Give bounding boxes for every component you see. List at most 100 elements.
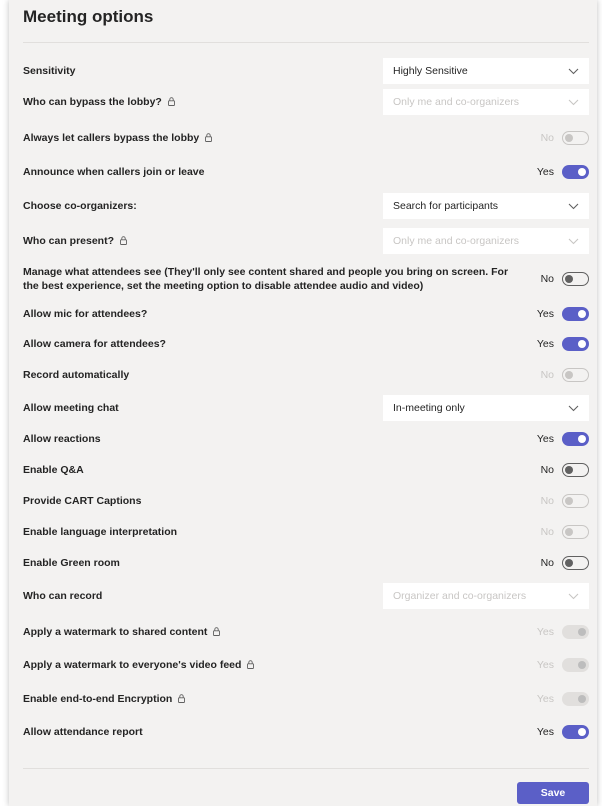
lock-icon bbox=[213, 627, 221, 636]
watermark-video-state: Yes bbox=[536, 659, 554, 671]
row-who-can-present: Who can present? Only me and co-organize… bbox=[23, 228, 589, 254]
lock-icon bbox=[120, 236, 127, 245]
green-room-toggle[interactable] bbox=[562, 556, 589, 570]
mic-attendees-toggle[interactable] bbox=[562, 307, 589, 321]
watermark-video-control: Yes bbox=[537, 658, 589, 672]
callers-bypass-toggle[interactable] bbox=[562, 131, 589, 145]
record-auto-toggle[interactable] bbox=[562, 368, 589, 382]
qa-label: Enable Q&A bbox=[23, 464, 84, 476]
meeting-chat-value: In-meeting only bbox=[393, 402, 465, 414]
manage-attendees-toggle[interactable] bbox=[562, 272, 589, 286]
callers-bypass-control: No bbox=[541, 131, 589, 145]
camera-attendees-control: Yes bbox=[537, 337, 589, 351]
row-watermark-video: Apply a watermark to everyone's video fe… bbox=[23, 658, 589, 672]
camera-attendees-toggle[interactable] bbox=[562, 337, 589, 351]
row-cart-captions: Provide CART Captions No bbox=[23, 494, 589, 508]
row-language-interp: Enable language interpretation No bbox=[23, 525, 589, 539]
language-interp-label: Enable language interpretation bbox=[23, 526, 178, 538]
row-attendance-report: Allow attendance report Yes bbox=[23, 725, 589, 739]
chevron-down-icon bbox=[568, 238, 579, 245]
who-can-record-label: Who can record bbox=[23, 590, 103, 602]
watermark-content-state: Yes bbox=[536, 626, 554, 638]
qa-state: No bbox=[540, 464, 554, 476]
e2e-encryption-control: Yes bbox=[537, 692, 589, 706]
reactions-control: Yes bbox=[537, 432, 589, 446]
language-interp-toggle[interactable] bbox=[562, 525, 589, 539]
lock-icon bbox=[167, 97, 175, 106]
row-who-can-record: Who can record Organizer and co-organize… bbox=[23, 583, 589, 609]
announce-callers-label: Announce when callers join or leave bbox=[23, 166, 205, 178]
green-room-state: No bbox=[540, 557, 554, 569]
page-title: Meeting options bbox=[23, 7, 154, 26]
manage-attendees-control: No bbox=[541, 272, 589, 286]
co-organizers-label: Choose co-organizers: bbox=[23, 200, 137, 212]
cart-captions-toggle[interactable] bbox=[562, 494, 589, 508]
who-can-record-value: Organizer and co-organizers bbox=[393, 590, 527, 602]
bypass-lobby-label: Who can bypass the lobby? bbox=[23, 95, 383, 109]
meeting-chat-label: Allow meeting chat bbox=[23, 402, 119, 414]
camera-attendees-label: Allow camera for attendees? bbox=[23, 338, 166, 350]
reactions-state: Yes bbox=[536, 433, 554, 445]
footer-divider bbox=[23, 768, 589, 769]
row-watermark-content: Apply a watermark to shared content Yes bbox=[23, 625, 589, 639]
watermark-content-control: Yes bbox=[537, 625, 589, 639]
attendance-report-label: Allow attendance report bbox=[23, 726, 143, 738]
e2e-encryption-state: Yes bbox=[536, 693, 554, 705]
row-bypass-lobby: Who can bypass the lobby? Only me and co… bbox=[23, 89, 589, 115]
sensitivity-label: Sensitivity bbox=[23, 65, 76, 77]
who-can-present-value: Only me and co-organizers bbox=[393, 235, 520, 247]
meeting-chat-dropdown[interactable]: In-meeting only bbox=[383, 395, 589, 421]
green-room-control: No bbox=[541, 556, 589, 570]
cart-captions-label: Provide CART Captions bbox=[23, 495, 142, 507]
announce-callers-control: Yes bbox=[537, 165, 589, 179]
watermark-video-toggle[interactable] bbox=[562, 658, 589, 672]
attendance-report-control: Yes bbox=[537, 725, 589, 739]
co-organizers-search[interactable]: Search for participants bbox=[383, 193, 589, 219]
meeting-options-panel: Meeting options Sensitivity Highly Sensi… bbox=[9, 0, 597, 806]
co-organizers-placeholder: Search for participants bbox=[393, 200, 499, 212]
who-can-present-label: Who can present? bbox=[23, 234, 383, 248]
mic-attendees-control: Yes bbox=[537, 307, 589, 321]
save-button[interactable]: Save bbox=[517, 782, 589, 804]
who-can-present-dropdown[interactable]: Only me and co-organizers bbox=[383, 228, 589, 254]
callers-bypass-state: No bbox=[540, 132, 554, 144]
row-sensitivity: Sensitivity Highly Sensitive bbox=[23, 58, 589, 84]
cart-captions-control: No bbox=[541, 494, 589, 508]
chevron-down-icon bbox=[568, 99, 579, 106]
record-auto-state: No bbox=[540, 369, 554, 381]
lock-icon bbox=[178, 694, 186, 703]
mic-attendees-state: Yes bbox=[536, 308, 554, 320]
watermark-content-label: Apply a watermark to shared content bbox=[23, 625, 537, 639]
row-record-auto: Record automatically No bbox=[23, 368, 589, 382]
mic-attendees-label: Allow mic for attendees? bbox=[23, 308, 148, 320]
record-auto-control: No bbox=[541, 368, 589, 382]
bypass-lobby-dropdown[interactable]: Only me and co-organizers bbox=[383, 89, 589, 115]
lock-icon bbox=[247, 660, 255, 669]
cart-captions-state: No bbox=[540, 495, 554, 507]
record-auto-label: Record automatically bbox=[23, 369, 130, 381]
manage-attendees-state: No bbox=[540, 273, 554, 285]
e2e-encryption-toggle[interactable] bbox=[562, 692, 589, 706]
camera-attendees-state: Yes bbox=[536, 338, 554, 350]
who-can-record-dropdown[interactable]: Organizer and co-organizers bbox=[383, 583, 589, 609]
e2e-encryption-label: Enable end-to-end Encryption bbox=[23, 692, 537, 706]
row-e2e-encryption: Enable end-to-end Encryption Yes bbox=[23, 692, 589, 706]
header-divider bbox=[23, 42, 589, 43]
row-reactions: Allow reactions Yes bbox=[23, 432, 589, 446]
reactions-toggle[interactable] bbox=[562, 432, 589, 446]
language-interp-control: No bbox=[541, 525, 589, 539]
watermark-content-toggle[interactable] bbox=[562, 625, 589, 639]
chevron-down-icon bbox=[568, 68, 579, 75]
sensitivity-dropdown[interactable]: Highly Sensitive bbox=[383, 58, 589, 84]
qa-toggle[interactable] bbox=[562, 463, 589, 477]
attendance-report-toggle[interactable] bbox=[562, 725, 589, 739]
announce-callers-toggle[interactable] bbox=[562, 165, 589, 179]
row-announce-callers: Announce when callers join or leave Yes bbox=[23, 165, 589, 179]
manage-attendees-label: Manage what attendees see (They'll only … bbox=[23, 266, 509, 292]
bypass-lobby-value: Only me and co-organizers bbox=[393, 96, 520, 108]
sensitivity-value: Highly Sensitive bbox=[393, 65, 468, 77]
lock-icon bbox=[205, 133, 213, 142]
green-room-label: Enable Green room bbox=[23, 557, 120, 569]
reactions-label: Allow reactions bbox=[23, 433, 101, 445]
chevron-down-icon bbox=[568, 405, 579, 412]
